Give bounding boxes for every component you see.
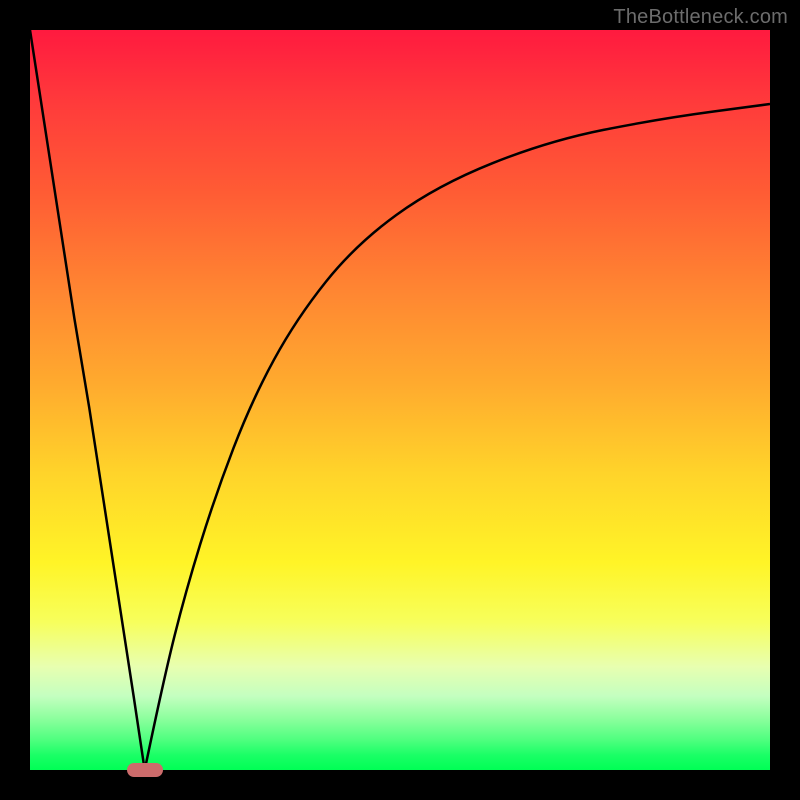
curve-layer <box>30 30 770 770</box>
chart-frame: TheBottleneck.com <box>0 0 800 800</box>
plot-area <box>30 30 770 770</box>
left-branch-line <box>30 30 145 770</box>
minimum-marker <box>127 763 163 777</box>
watermark-text: TheBottleneck.com <box>613 6 788 29</box>
right-branch-curve <box>145 104 770 770</box>
